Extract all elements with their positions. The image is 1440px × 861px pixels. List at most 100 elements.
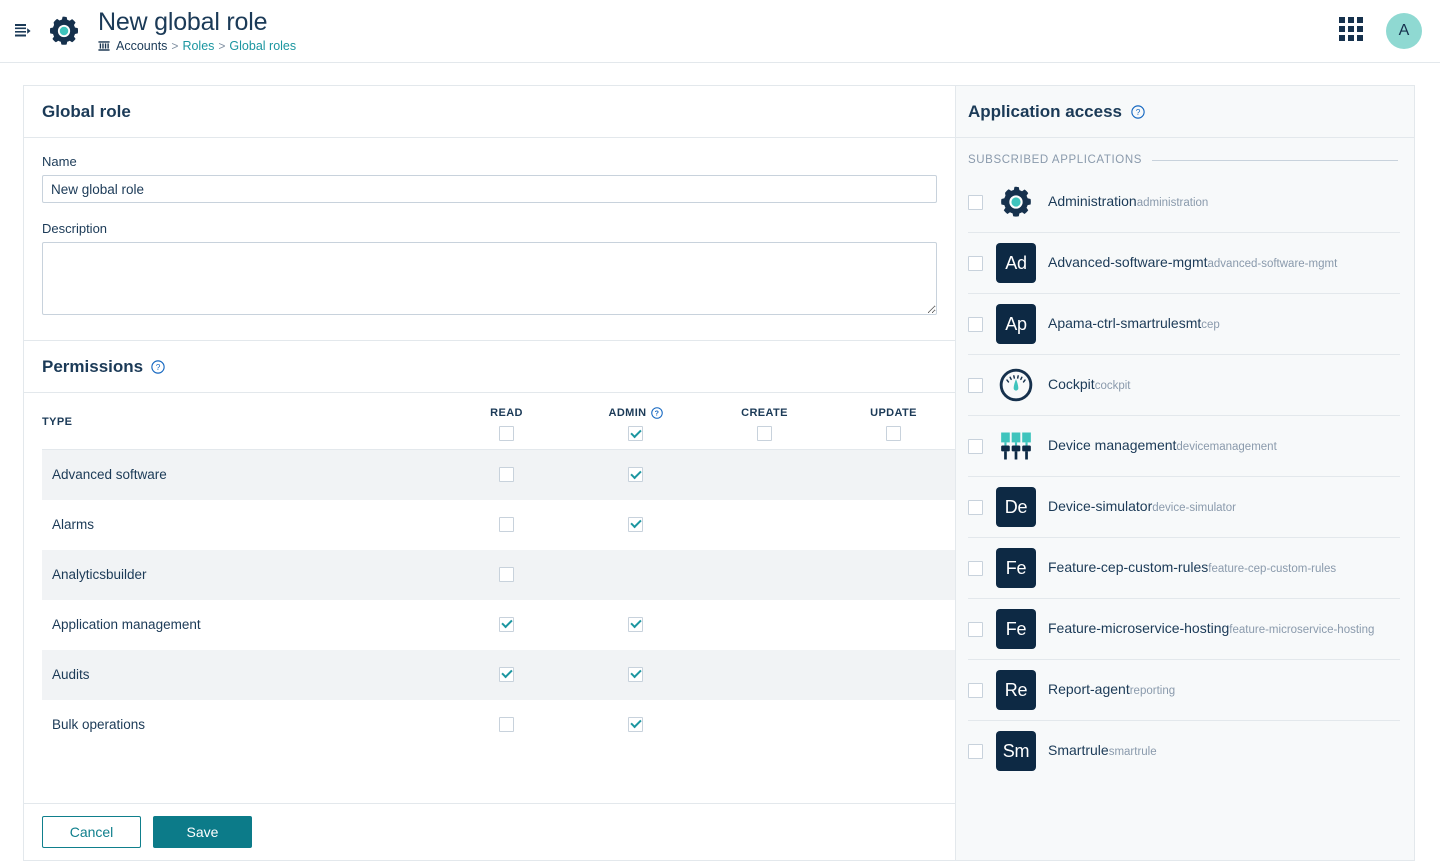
save-button[interactable]: Save: [153, 816, 252, 848]
permission-type-label: Audits: [52, 667, 90, 682]
gear-icon: [996, 182, 1036, 222]
form-footer: Cancel Save: [24, 803, 955, 860]
checkbox-read[interactable]: [499, 716, 514, 732]
app-checkbox[interactable]: [968, 743, 983, 759]
app-key: smartrule: [1108, 746, 1157, 758]
application-access-help-circle-icon[interactable]: ?: [1131, 105, 1145, 119]
list-item[interactable]: Cockpitcockpit: [968, 355, 1400, 416]
list-item[interactable]: Sm Smartrulesmartrule: [968, 721, 1400, 781]
admin-help-circle-icon[interactable]: ?: [650, 407, 663, 419]
description-input[interactable]: [42, 242, 937, 315]
permission-cell-update: [829, 550, 955, 600]
breadcrumb-item-global-roles[interactable]: Global roles: [229, 39, 296, 53]
permission-cell-update: [829, 500, 955, 550]
list-item[interactable]: Fe Feature-cep-custom-rulesfeature-cep-cu…: [968, 538, 1400, 599]
app-checkbox-wrap: [968, 316, 984, 332]
global-role-form: Name Description: [24, 138, 955, 340]
column-header-read: READ: [442, 393, 571, 450]
checkbox-admin[interactable]: [628, 467, 643, 483]
app-text: Device managementdevicemanagement: [1048, 437, 1277, 455]
top-bar: New global role Accounts > Roles > Globa…: [0, 0, 1440, 63]
help-circle-icon[interactable]: ?: [151, 360, 165, 374]
app-initials: Sm: [996, 731, 1036, 771]
permissions-table-scroll[interactable]: TYPE READ ADMIN ? CREATE UPDATE Advanced…: [24, 393, 955, 803]
permission-cell-read: [442, 550, 571, 600]
subscribed-applications-group: SUBSCRIBED APPLICATIONS: [956, 138, 1414, 172]
list-item[interactable]: Device managementdevicemanagement: [968, 416, 1400, 477]
app-initials: De: [996, 487, 1036, 527]
table-row: Application management: [42, 600, 955, 650]
app-tile-icon: Fe: [996, 609, 1036, 649]
list-item[interactable]: Re Report-agentreporting: [968, 660, 1400, 721]
list-item[interactable]: Fe Feature-microservice-hostingfeature-mi…: [968, 599, 1400, 660]
topbar-actions: A: [1338, 13, 1422, 49]
header-checkbox-read[interactable]: [499, 426, 514, 441]
breadcrumb-separator: >: [171, 38, 179, 53]
app-checkbox[interactable]: [968, 438, 983, 454]
app-switcher-grid-icon[interactable]: [1338, 16, 1364, 47]
app-checkbox[interactable]: [968, 499, 983, 515]
column-header-update: UPDATE: [829, 393, 955, 450]
app-key: feature-cep-custom-rules: [1208, 563, 1337, 575]
app-checkbox-wrap: [968, 194, 984, 210]
app-checkbox[interactable]: [968, 560, 983, 576]
header-checkbox-create[interactable]: [757, 426, 772, 441]
list-item[interactable]: Administrationadministration: [968, 172, 1400, 233]
checkbox-admin[interactable]: [628, 516, 643, 532]
checkbox-read[interactable]: [499, 616, 514, 632]
checkbox-read[interactable]: [499, 666, 514, 682]
app-text: Report-agentreporting: [1048, 681, 1175, 699]
app-text: Cockpitcockpit: [1048, 376, 1130, 394]
device-connectors-icon: [996, 426, 1036, 466]
app-checkbox[interactable]: [968, 682, 983, 698]
permission-cell-read: [442, 700, 571, 750]
app-checkbox[interactable]: [968, 621, 983, 637]
app-text: Apama-ctrl-smartrulesmtcep: [1048, 315, 1220, 333]
app-checkbox[interactable]: [968, 194, 983, 210]
permission-cell-admin: [571, 550, 700, 600]
global-role-title: Global role: [42, 102, 131, 121]
list-item[interactable]: De Device-simulatordevice-simulator: [968, 477, 1400, 538]
page-title: New global role: [98, 8, 268, 37]
app-name: Cockpit: [1048, 376, 1095, 392]
breadcrumb-item-roles[interactable]: Roles: [182, 39, 214, 53]
collapse-sidebar-icon[interactable]: [6, 14, 40, 48]
header-checkbox-admin[interactable]: [628, 426, 643, 441]
app-checkbox-wrap: [968, 743, 984, 759]
checkbox-admin[interactable]: [628, 666, 643, 682]
app-tile-icon: Sm: [996, 731, 1036, 771]
cancel-button[interactable]: Cancel: [42, 816, 141, 848]
column-header-admin: ADMIN ?: [571, 393, 700, 450]
avatar[interactable]: A: [1386, 13, 1422, 49]
app-checkbox[interactable]: [968, 316, 983, 332]
column-header-update-label: UPDATE: [870, 407, 917, 419]
header-checkbox-update[interactable]: [886, 426, 901, 441]
checkbox-read[interactable]: [499, 516, 514, 532]
list-item[interactable]: Ad Advanced-software-mgmtadvanced-softwar…: [968, 233, 1400, 294]
app-name: Feature-microservice-hosting: [1048, 620, 1230, 636]
checkbox-read[interactable]: [499, 566, 514, 582]
app-initials: Ad: [996, 243, 1036, 283]
permission-type-label: Analyticsbuilder: [52, 567, 147, 582]
checkbox-admin[interactable]: [628, 716, 643, 732]
checkbox-admin[interactable]: [628, 616, 643, 632]
app-checkbox[interactable]: [968, 255, 983, 271]
breadcrumb-item-accounts[interactable]: Accounts: [116, 39, 167, 53]
app-checkbox-wrap: [968, 682, 984, 698]
table-row: Bulk operations: [42, 700, 955, 750]
permissions-table-head: TYPE READ ADMIN ? CREATE UPDATE: [42, 393, 955, 450]
app-tile-icon: Re: [996, 670, 1036, 710]
permission-cell-create: [700, 500, 829, 550]
application-access-panel: Application access ? SUBSCRIBED APPLICAT…: [955, 85, 1415, 861]
permission-cell-create: [700, 600, 829, 650]
table-row: Advanced software: [42, 449, 955, 500]
app-key: advanced-software-mgmt: [1207, 258, 1338, 270]
checkbox-read[interactable]: [499, 467, 514, 483]
permission-cell-create: [700, 700, 829, 750]
permission-cell-update: [829, 700, 955, 750]
app-checkbox[interactable]: [968, 377, 983, 393]
permission-cell-update: [829, 650, 955, 700]
column-header-create: CREATE: [700, 393, 829, 450]
list-item[interactable]: Ap Apama-ctrl-smartrulesmtcep: [968, 294, 1400, 355]
name-input[interactable]: [42, 175, 937, 203]
